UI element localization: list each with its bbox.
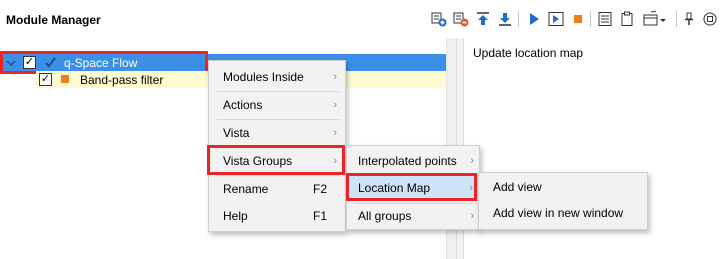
restore-icon[interactable] [701, 10, 719, 28]
move-up-icon[interactable] [474, 10, 492, 28]
stop-icon[interactable] [569, 10, 587, 28]
submenu-location-map: Add view Add view in new window [478, 172, 648, 230]
menu-item-vista-groups[interactable]: Vista Groups › [209, 148, 345, 174]
tree-row-label: Band-pass filter [80, 73, 164, 87]
menu-item-add-view[interactable]: Add view [479, 174, 647, 200]
description-text: Update location map [473, 46, 584, 60]
menu-item-help[interactable]: Help F1 [209, 203, 345, 229]
menu-item-actions[interactable]: Actions › [209, 92, 345, 118]
pin-icon[interactable] [680, 10, 698, 28]
chevron-right-icon: › [333, 99, 337, 111]
submenu-vista-groups: Interpolated points › Location Map › All… [346, 145, 480, 230]
panel-header: Module Manager [0, 0, 722, 38]
chevron-right-icon: › [333, 155, 337, 167]
menu-item-rename[interactable]: Rename F2 [209, 176, 345, 202]
module-icon [61, 75, 69, 83]
run-icon[interactable] [525, 10, 543, 28]
chevron-right-icon: › [470, 155, 474, 167]
move-down-icon[interactable] [496, 10, 514, 28]
add-module-icon[interactable] [430, 10, 448, 28]
menu-item-modules-inside[interactable]: Modules Inside › [209, 64, 345, 90]
layout-dropdown-icon[interactable] [642, 10, 668, 28]
remove-module-icon[interactable] [452, 10, 470, 28]
menu-item-add-view-new-window[interactable]: Add view in new window [479, 200, 647, 226]
shortcut-label: F1 [312, 209, 327, 223]
menu-item-location-map[interactable]: Location Map › [347, 175, 479, 201]
context-menu: Modules Inside › Actions › Vista › Vista… [208, 60, 346, 232]
module-checkbox[interactable]: ✓ [39, 73, 52, 86]
chevron-right-icon: › [470, 210, 474, 222]
list-view-icon[interactable] [596, 10, 614, 28]
shortcut-label: F2 [312, 182, 327, 196]
chevron-right-icon: › [333, 127, 337, 139]
run-step-icon[interactable] [547, 10, 565, 28]
panel-title: Module Manager [6, 13, 101, 27]
menu-item-all-groups[interactable]: All groups › [347, 203, 479, 229]
menu-item-interpolated-points[interactable]: Interpolated points › [347, 148, 479, 174]
menu-item-vista[interactable]: Vista › [209, 120, 345, 146]
chevron-right-icon: › [333, 71, 337, 83]
clipboard-icon[interactable] [618, 10, 636, 28]
chevron-right-icon: › [469, 182, 473, 194]
